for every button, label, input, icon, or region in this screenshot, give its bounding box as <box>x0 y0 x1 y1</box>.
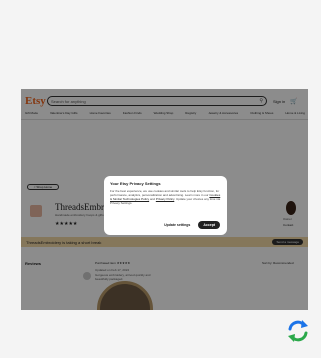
dialog-title: Your Etsy Privacy Settings <box>110 181 161 186</box>
page-frame: Etsy Search for anything ⚲ Sign in 🛒 Gif… <box>0 0 321 358</box>
privacy-dialog: Your Etsy Privacy Settings For the best … <box>104 176 227 235</box>
browser-viewport: Etsy Search for anything ⚲ Sign in 🛒 Gif… <box>21 89 308 310</box>
accept-button[interactable]: Accept <box>198 221 220 229</box>
dialog-actions: Update settings Accept <box>104 221 227 229</box>
dialog-text: For the best experience, we use cookies … <box>110 189 220 197</box>
update-settings-button[interactable]: Update settings <box>164 223 190 227</box>
refresh-icon[interactable] <box>285 318 311 344</box>
privacy-policy-link[interactable]: Privacy Policy <box>156 197 174 201</box>
dialog-text-mid: and <box>149 197 156 201</box>
dialog-body: For the best experience, we use cookies … <box>110 189 221 205</box>
